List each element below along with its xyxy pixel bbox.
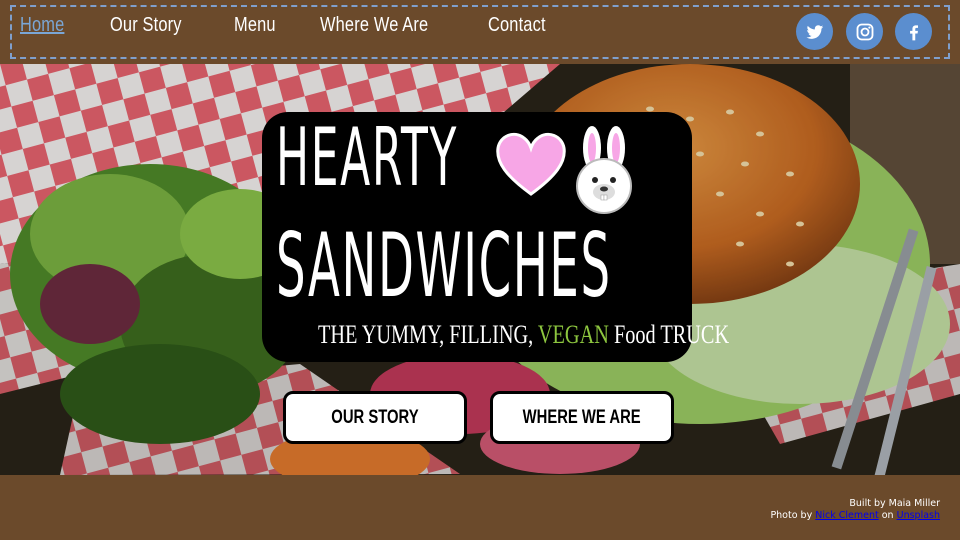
footer: Built by Maia Miller Photo by Nick Cleme… <box>0 475 960 540</box>
our-story-button[interactable]: OUR STORY <box>283 391 467 444</box>
footer-photo-credit: Photo by Nick Clement on Unsplash <box>770 510 940 521</box>
top-navbar: Home Our Story Menu Where We Are Contact <box>0 0 960 64</box>
nav-link-where-we-are[interactable]: Where We Are <box>320 14 428 37</box>
nav-link-our-story[interactable]: Our Story <box>110 14 182 37</box>
tagline-start: THE YUMMY, FILLING, <box>318 320 538 349</box>
brand-line1: HEARTY <box>276 111 459 204</box>
nav-link-contact[interactable]: Contact <box>488 14 546 37</box>
footer-built-by: Built by Maia Miller <box>849 498 940 509</box>
bunny-icon <box>576 126 632 214</box>
brand-line2: SANDWICHES <box>276 214 612 317</box>
tagline: THE YUMMY, FILLING, VEGAN Food TRUCK <box>318 320 729 350</box>
unsplash-link[interactable]: Unsplash <box>897 510 940 521</box>
on-label: on <box>881 510 894 521</box>
photographer-link[interactable]: Nick Clement <box>815 510 878 521</box>
instagram-button[interactable] <box>846 13 883 50</box>
tagline-vegan: VEGAN <box>537 320 609 349</box>
nav-link-menu[interactable]: Menu <box>234 14 276 37</box>
where-we-are-button[interactable]: WHERE WE ARE <box>490 391 674 444</box>
instagram-icon <box>856 23 873 40</box>
nav-links: Home Our Story Menu Where We Are Contact <box>20 14 595 37</box>
tagline-end: Food TRUCK <box>608 320 730 349</box>
twitter-button[interactable] <box>796 13 833 50</box>
facebook-icon <box>909 24 918 40</box>
where-we-are-button-label: WHERE WE ARE <box>522 406 641 428</box>
photo-by-label: Photo by <box>770 510 813 521</box>
nav-link-home[interactable]: Home <box>20 14 64 37</box>
twitter-icon <box>806 24 823 39</box>
heart-icon <box>496 132 566 196</box>
facebook-button[interactable] <box>895 13 932 50</box>
our-story-button-label: OUR STORY <box>331 406 419 428</box>
